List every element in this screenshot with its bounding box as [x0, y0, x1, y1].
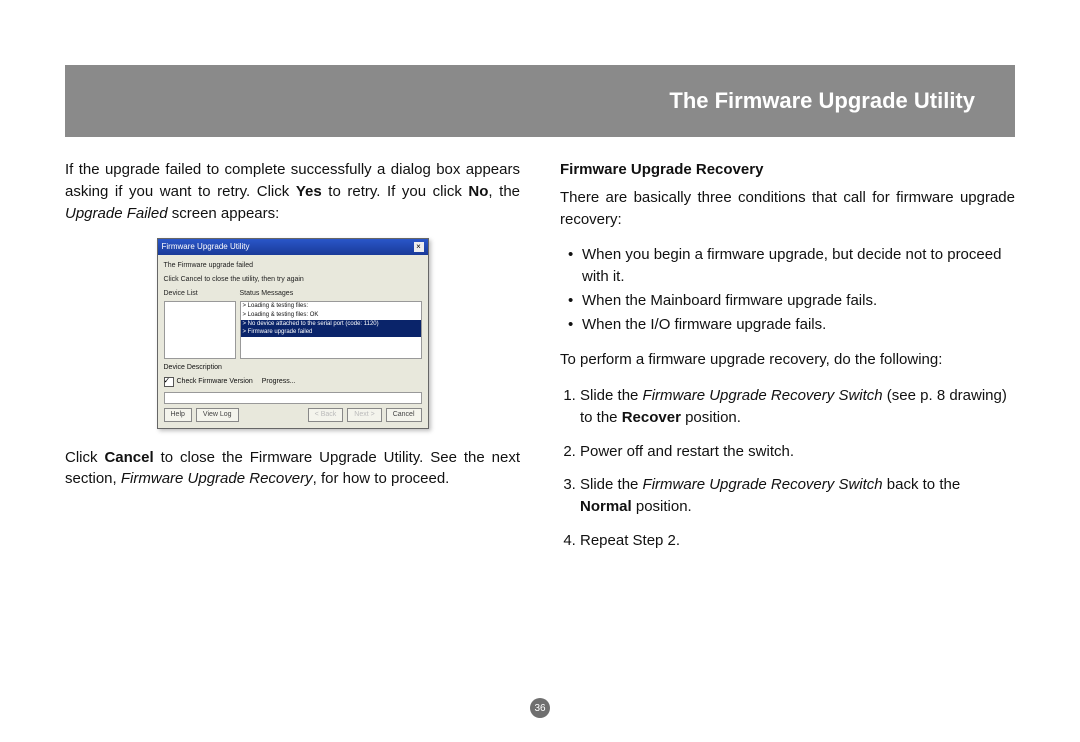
left-column: If the upgrade failed to complete succes… [65, 159, 520, 564]
right-column: Firmware Upgrade Recovery There are basi… [560, 159, 1015, 564]
check-firmware-checkbox[interactable] [164, 377, 174, 387]
check-firmware-label: Check Firmware Version [177, 377, 253, 387]
recovery-heading: Firmware Upgrade Recovery [560, 159, 1015, 181]
text: to retry. If you click [322, 183, 469, 200]
normal-label: Normal [580, 498, 632, 515]
recover-label: Recover [622, 409, 681, 426]
step-2: Power off and restart the switch. [580, 441, 1015, 463]
text: position. [681, 409, 741, 426]
header-band: The Firmware Upgrade Utility [65, 65, 1015, 137]
text: Slide the [580, 476, 643, 493]
dialog-body: The Firmware upgrade failed Click Cancel… [158, 255, 428, 428]
recovery-ref: Firmware Upgrade Recovery [121, 470, 313, 487]
step-4: Repeat Step 2. [580, 530, 1015, 552]
retry-paragraph: If the upgrade failed to complete succes… [65, 159, 520, 224]
cancel-paragraph: Click Cancel to close the Firmware Upgra… [65, 447, 520, 491]
back-button[interactable]: < Back [308, 408, 344, 422]
text: screen appears: [168, 205, 280, 222]
step-3: Slide the Firmware Upgrade Recovery Swit… [580, 474, 1015, 518]
dialog-screenshot: Firmware Upgrade Utility × The Firmware … [157, 238, 429, 428]
step-1: Slide the Firmware Upgrade Recovery Swit… [580, 385, 1015, 429]
cancel-button[interactable]: Cancel [386, 408, 422, 422]
text: back to the [883, 476, 961, 493]
device-list-box[interactable] [164, 301, 236, 359]
status-line: > Loading & testing files: [241, 302, 421, 311]
yes-label: Yes [296, 183, 322, 200]
page-title: The Firmware Upgrade Utility [669, 88, 975, 114]
dialog-hint: Click Cancel to close the utility, then … [164, 275, 422, 285]
recovery-steps: Slide the Firmware Upgrade Recovery Swit… [560, 385, 1015, 552]
dialog-title: Firmware Upgrade Utility [162, 241, 250, 253]
text: Slide the [580, 387, 643, 404]
recovery-switch-label: Firmware Upgrade Recovery Switch [643, 476, 883, 493]
content-columns: If the upgrade failed to complete succes… [65, 159, 1015, 564]
progress-bar [164, 392, 422, 404]
text: Click [65, 449, 104, 466]
close-icon[interactable]: × [414, 242, 424, 252]
upgrade-failed-label: Upgrade Failed [65, 205, 168, 222]
list-item: When the Mainboard firmware upgrade fail… [568, 290, 1015, 312]
help-button[interactable]: Help [164, 408, 192, 422]
document-page: The Firmware Upgrade Utility If the upgr… [0, 0, 1080, 742]
list-item: When you begin a firmware upgrade, but d… [568, 244, 1015, 288]
dialog-titlebar: Firmware Upgrade Utility × [158, 239, 428, 255]
page-number: 36 [530, 698, 550, 718]
device-list-label: Device List [164, 289, 236, 299]
cancel-label: Cancel [104, 449, 153, 466]
status-line-selected: > Firmware upgrade failed [241, 328, 421, 337]
recovery-intro: There are basically three conditions tha… [560, 187, 1015, 231]
status-line-selected: > No device attached to the serial port … [241, 320, 421, 329]
text: position. [632, 498, 692, 515]
status-line: > Loading & testing files: OK [241, 311, 421, 320]
recovery-switch-label: Firmware Upgrade Recovery Switch [643, 387, 883, 404]
recovery-steps-intro: To perform a firmware upgrade recovery, … [560, 349, 1015, 371]
status-messages-box[interactable]: > Loading & testing files: > Loading & t… [240, 301, 422, 359]
no-label: No [468, 183, 488, 200]
next-button[interactable]: Next > [347, 408, 381, 422]
check-firmware-row: Check Firmware Version Progress... [164, 377, 422, 387]
device-description-label: Device Description [164, 363, 422, 373]
status-messages-label: Status Messages [240, 289, 422, 299]
progress-label: Progress... [262, 377, 296, 387]
text: , for how to proceed. [313, 470, 450, 487]
text: , the [488, 183, 520, 200]
dialog-headline: The Firmware upgrade failed [164, 261, 422, 271]
view-log-button[interactable]: View Log [196, 408, 239, 422]
list-item: When the I/O firmware upgrade fails. [568, 314, 1015, 336]
recovery-conditions-list: When you begin a firmware upgrade, but d… [560, 244, 1015, 335]
